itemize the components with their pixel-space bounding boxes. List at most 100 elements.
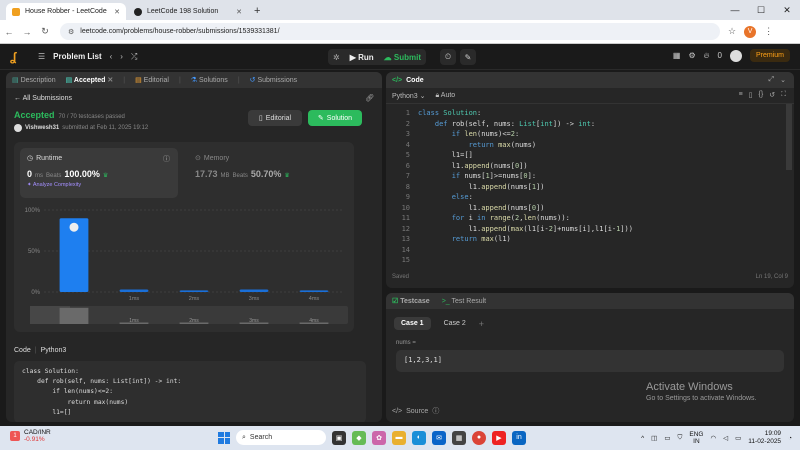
code-line[interactable]: for i in range(2,len(nums)): xyxy=(418,213,633,224)
code-line[interactable]: def rob(self, nums: List[int]) -> int: xyxy=(418,119,633,130)
vertical-scrollbar[interactable] xyxy=(786,104,792,170)
run-button[interactable]: ▶ Run xyxy=(345,49,379,65)
notification-icon[interactable]: ◔ xyxy=(788,435,792,442)
code-line[interactable]: l1.append(nums[0]) xyxy=(418,161,633,172)
close-tab-icon[interactable]: ✕ xyxy=(236,8,242,16)
maximize-icon[interactable]: ☐ xyxy=(748,0,774,20)
layout-icon[interactable]: ▦ xyxy=(673,51,681,60)
back-icon[interactable]: ← xyxy=(0,27,18,37)
add-case-icon[interactable]: + xyxy=(479,319,484,329)
outlook-icon[interactable]: ✉ xyxy=(432,430,446,445)
forward-icon[interactable]: → xyxy=(18,27,36,37)
leetcode-logo-icon[interactable]: ʆ xyxy=(10,50,24,64)
streak-fire-icon[interactable]: 🔥︎ xyxy=(704,51,710,61)
widgets-icon[interactable]: ◆ xyxy=(352,430,366,445)
volume-icon[interactable]: ◁ xyxy=(723,434,728,442)
info-icon[interactable]: ⓘ xyxy=(163,154,170,164)
shield-icon[interactable]: ⛉ xyxy=(677,434,682,442)
username[interactable]: Vishwesh31 xyxy=(25,125,59,131)
code-line[interactable]: l1.append(nums[1]) xyxy=(418,182,633,193)
case-1-tab[interactable]: Case 1 xyxy=(394,317,431,330)
task-view-icon[interactable]: ▣ xyxy=(332,430,346,445)
runtime-card[interactable]: ◷ Runtime ⓘ 0 ms Beats 100.00% ♛ ✦ Analyze Co… xyxy=(20,148,178,198)
timer-icon[interactable]: ⏲ xyxy=(440,49,456,65)
premium-button[interactable]: Premium xyxy=(749,49,790,62)
tab-submissions[interactable]: ↺ Submissions xyxy=(250,76,298,84)
bookmark-icon[interactable]: ▯ xyxy=(749,91,753,99)
minimize-icon[interactable]: — xyxy=(722,0,748,20)
fullscreen-icon[interactable]: ⛶ xyxy=(781,91,786,99)
debug-icon[interactable]: ✲ xyxy=(328,49,345,65)
copilot-icon[interactable]: ✿ xyxy=(372,430,386,445)
print-icon[interactable]: ▭ xyxy=(664,434,670,442)
reset-icon[interactable]: ↺ xyxy=(769,91,775,99)
all-submissions-link[interactable]: ← All Submissions xyxy=(14,95,72,102)
clock[interactable]: 19:09 11-02-2025 xyxy=(748,430,781,446)
code-lines[interactable]: class Solution: def rob(self, nums: List… xyxy=(418,108,633,266)
reload-icon[interactable]: ↻ xyxy=(36,26,54,37)
code-line[interactable]: else: xyxy=(418,192,633,203)
prev-problem-icon[interactable]: ‹ xyxy=(110,52,113,61)
taskbar-search[interactable]: ⌕ Search xyxy=(236,430,326,445)
tab-testcase[interactable]: ☑ Testcase xyxy=(392,297,430,305)
wifi-icon[interactable]: ◠ xyxy=(710,434,716,442)
linkedin-icon[interactable]: in xyxy=(512,430,526,445)
file-explorer-icon[interactable]: ▬ xyxy=(392,430,406,445)
battery-icon[interactable]: ▭ xyxy=(735,434,741,442)
menu-dots-icon[interactable]: ⋮ xyxy=(764,26,773,37)
user-avatar[interactable] xyxy=(729,49,742,62)
shuffle-icon[interactable]: ⤮ xyxy=(131,52,137,62)
format-icon[interactable]: ≡ xyxy=(739,91,743,99)
bookmark-star-icon[interactable]: ☆ xyxy=(728,26,736,37)
edge-icon[interactable]: ◐ xyxy=(412,430,426,445)
close-window-icon[interactable]: ✕ xyxy=(774,0,800,20)
camera-icon[interactable]: ◫ xyxy=(651,434,657,442)
browser-tab-solution[interactable]: LeetCode 198 Solution ✕ xyxy=(128,3,248,20)
site-info-icon[interactable]: ⚙ xyxy=(68,28,74,36)
code-editor[interactable]: 1 2 3 4 5 6 7 8 9 10 11 12 13 14 15 class Solution: de… xyxy=(386,104,794,270)
close-tab-icon[interactable]: ✕ xyxy=(114,8,120,16)
editorial-button[interactable]: ▯ Editorial xyxy=(248,110,302,126)
source-link[interactable]: </> Source ⓘ xyxy=(392,406,439,416)
share-link-icon[interactable]: 🔗︎ xyxy=(365,94,374,102)
code-line[interactable]: if nums[1]>=nums[0]: xyxy=(418,171,633,182)
memory-card[interactable]: ⊙ Memory 17.73 MB Beats 50.70% ♛ xyxy=(188,148,338,198)
code-line[interactable] xyxy=(418,255,633,266)
language-select[interactable]: Python3 ⌄ xyxy=(392,92,426,100)
store-icon[interactable]: ▦ xyxy=(452,430,466,445)
settings-icon[interactable]: ⚙ xyxy=(688,51,695,60)
tab-test-result[interactable]: >_ Test Result xyxy=(442,298,486,305)
tray-chevron-icon[interactable]: ^ xyxy=(641,435,644,442)
code-line[interactable]: l1.append(max(l1[i-2]+nums[i],l1[i-1])) xyxy=(418,224,633,235)
code-line[interactable]: l1=[] xyxy=(418,150,633,161)
code-line[interactable]: l1.append(nums[0]) xyxy=(418,203,633,214)
windows-start-icon[interactable] xyxy=(218,431,230,444)
language-indicator[interactable]: ENG IN xyxy=(689,431,703,445)
chrome-icon[interactable]: ● xyxy=(472,430,486,445)
code-line[interactable]: return max(l1) xyxy=(418,234,633,245)
tab-description[interactable]: ▤ Description xyxy=(12,76,56,84)
problem-list-link[interactable]: Problem List xyxy=(53,52,101,61)
runtime-distribution-chart[interactable]: 100% 50% 0% 1ms 2ms 3ms 4ms 1ms 2ms 3ms 4ms xyxy=(14,202,354,332)
code-line[interactable]: return max(nums) xyxy=(418,140,633,151)
stock-widget[interactable]: 1 CAD/INR -0.91% xyxy=(10,429,51,443)
profile-avatar[interactable]: V xyxy=(744,25,757,38)
next-problem-icon[interactable]: › xyxy=(120,52,123,61)
braces-icon[interactable]: {} xyxy=(759,91,764,99)
expand-icon[interactable]: ⤢ xyxy=(769,76,775,84)
browser-tab-house-robber[interactable]: House Robber - LeetCode ✕ xyxy=(6,3,126,20)
close-tab-icon[interactable]: ✕ xyxy=(107,77,113,84)
tab-solutions[interactable]: ⚗ Solutions xyxy=(191,76,228,84)
url-field[interactable]: ⚙ leetcode.com/problems/house-robber/sub… xyxy=(60,23,720,40)
tab-editorial[interactable]: ▤ Editorial xyxy=(135,76,169,84)
case-2-tab[interactable]: Case 2 xyxy=(437,317,473,330)
auto-mode[interactable]: 🔒︎ Auto xyxy=(436,92,456,100)
solution-button[interactable]: ✎ Solution xyxy=(308,110,362,126)
notes-icon[interactable]: ✎ xyxy=(460,49,476,65)
code-line[interactable] xyxy=(418,245,633,256)
new-tab-icon[interactable]: + xyxy=(254,5,260,20)
nums-input[interactable]: [1,2,3,1] xyxy=(396,350,784,372)
help-icon[interactable]: ⓘ xyxy=(432,406,439,416)
code-line[interactable]: class Solution: xyxy=(418,108,633,119)
tab-accepted[interactable]: ▤ Accepted ✕ xyxy=(66,76,114,84)
